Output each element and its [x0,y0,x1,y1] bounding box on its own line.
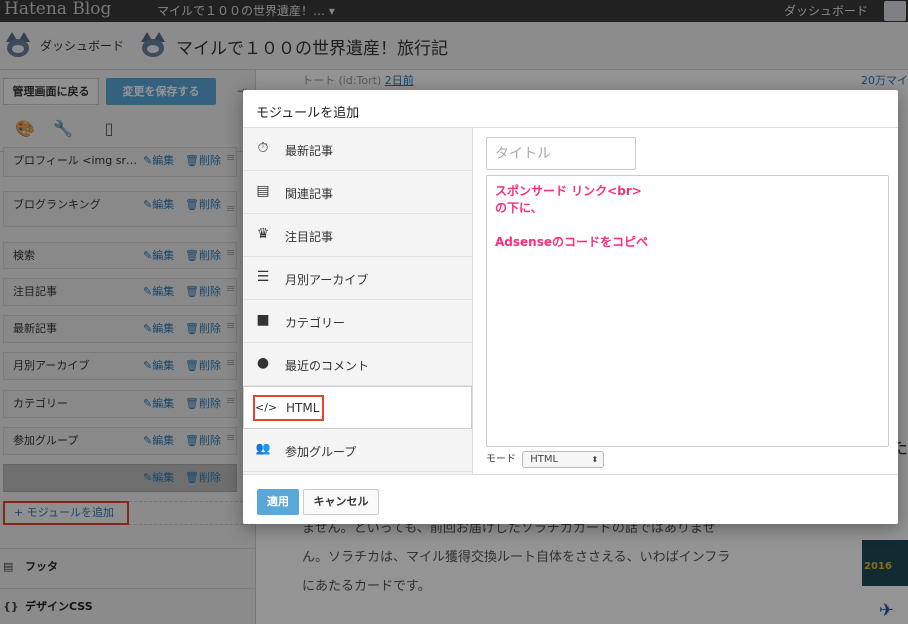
comment-icon: ● [256,355,270,371]
module-type-label: 月別アーカイブ [285,273,369,287]
code-line: Adsenseのコードをコピペ [495,235,648,249]
module-type-label: 最新記事 [285,144,334,158]
mode-value: HTML [530,453,559,465]
module-type-categories[interactable]: ■ カテゴリー [243,300,473,343]
module-editor: スポンサード リンク<br> の下に、 Adsenseのコードをコピペ モード … [474,128,898,474]
module-type-latest-entries[interactable]: ⏱ 最新記事 [243,128,473,171]
add-module-dialog: モジュールを追加 ⏱ 最新記事 ▤ 関連記事 ♛ 注目記事 ☰ 月別アーカイブ … [243,90,898,524]
module-type-recent-comments[interactable]: ● 最近のコメント [243,343,473,386]
list-icon: ☰ [256,269,270,285]
module-type-label: 最近のコメント [285,359,370,373]
code-line: の下に、 [495,201,543,215]
module-type-featured-entries[interactable]: ♛ 注目記事 [243,214,473,257]
crown-icon: ♛ [256,226,270,242]
code-line: スポンサード リンク<br> [495,184,642,198]
mode-label: モード [486,454,516,465]
dialog-header: モジュールを追加 [243,90,898,128]
select-arrows-icon: ⬍ [591,454,599,464]
dialog-footer: 適用 キャンセル [243,474,898,524]
group-icon: 👥 [255,441,271,455]
module-type-list: ⏱ 最新記事 ▤ 関連記事 ♛ 注目記事 ☰ 月別アーカイブ ■ カテゴリー ●… [243,128,473,474]
folder-icon: ■ [256,312,270,328]
module-type-html[interactable]: </> HTML [243,386,472,429]
module-type-label: 関連記事 [285,187,334,201]
html-highlight-box [253,395,324,421]
module-title-input[interactable] [486,137,636,170]
mode-row: モード HTML ⬍ [486,450,605,468]
module-type-groups[interactable]: 👥 参加グループ [243,429,473,472]
cancel-button[interactable]: キャンセル [303,489,379,515]
mode-select[interactable]: HTML ⬍ [522,450,605,468]
stopwatch-icon: ⏱ [257,140,269,156]
module-type-label: 注目記事 [285,230,334,244]
module-type-label: カテゴリー [285,316,346,330]
html-code-textarea[interactable]: スポンサード リンク<br> の下に、 Adsenseのコードをコピペ [486,175,889,447]
module-type-monthly-archive[interactable]: ☰ 月別アーカイブ [243,257,473,300]
module-type-label: 参加グループ [285,445,357,459]
dialog-title: モジュールを追加 [256,106,360,121]
apply-button[interactable]: 適用 [257,489,299,515]
module-type-related-entries[interactable]: ▤ 関連記事 [243,171,473,214]
document-icon: ▤ [256,183,270,199]
